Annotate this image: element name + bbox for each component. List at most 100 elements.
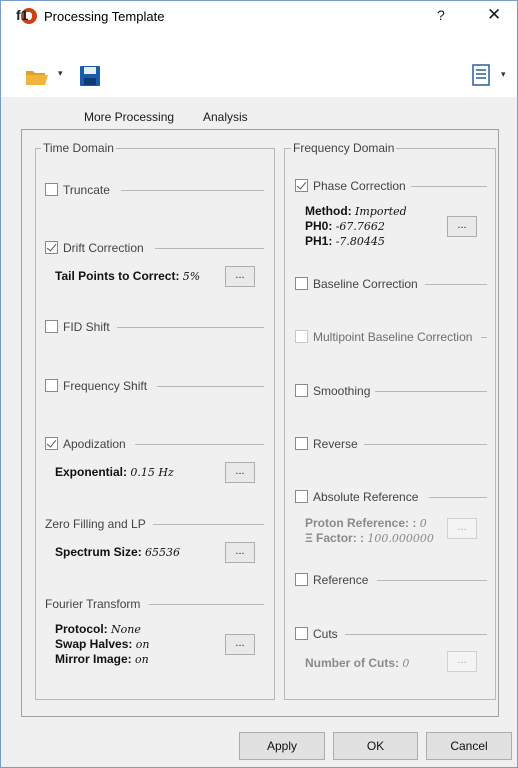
multipoint-baseline-checkbox[interactable]	[295, 330, 308, 343]
phase-correction-checkbox[interactable]	[295, 179, 308, 192]
proton-reference-value: 0	[419, 517, 427, 530]
window-title: Processing Template	[44, 9, 165, 24]
divider	[411, 186, 487, 187]
exponential-label: Exponential:	[55, 465, 128, 479]
processing-template-dialog: Processing Template ? ✕ ▾ ▾ f1 More Proc…	[0, 0, 518, 768]
divider	[135, 444, 264, 445]
tail-points-label: Tail Points to Correct:	[55, 269, 180, 283]
fourier-settings-button[interactable]: ...	[225, 634, 255, 655]
reverse-checkbox[interactable]	[295, 437, 308, 450]
divider	[121, 190, 264, 191]
ph0-param: PH0: -67.7662	[305, 219, 385, 233]
smoothing-checkbox[interactable]	[295, 384, 308, 397]
absolute-reference-checkbox[interactable]	[295, 490, 308, 503]
cuts-checkbox[interactable]	[295, 627, 308, 640]
absolute-reference-settings-button[interactable]: ...	[447, 518, 477, 539]
mirror-image-value: on	[135, 653, 149, 666]
ph0-value: -67.7662	[335, 220, 385, 233]
swap-halves-param: Swap Halves: on	[55, 637, 149, 651]
ph0-label: PH0:	[305, 219, 333, 233]
exponential-param: Exponential: 0.15 Hz	[55, 465, 174, 479]
proton-reference-label: Proton Reference: :	[305, 516, 417, 530]
exponential-value: 0.15 Hz	[130, 466, 174, 479]
divider	[155, 248, 264, 249]
mirror-image-label: Mirror Image:	[55, 652, 132, 666]
protocol-param: Protocol: None	[55, 622, 141, 636]
fid-shift-label: FID Shift	[63, 320, 110, 334]
fid-shift-checkbox[interactable]	[45, 320, 58, 333]
time-domain-title: Time Domain	[41, 141, 116, 155]
swap-halves-value: on	[135, 638, 150, 651]
phase-correction-label: Phase Correction	[313, 179, 406, 193]
drift-correction-checkbox[interactable]	[45, 241, 58, 254]
apodization-checkbox[interactable]	[45, 437, 58, 450]
open-dropdown-chevron-icon[interactable]: ▾	[58, 68, 63, 79]
number-of-cuts-value: 0	[402, 657, 410, 670]
phase-settings-button[interactable]: ...	[447, 216, 477, 237]
ph1-label: PH1:	[305, 234, 333, 248]
cancel-button[interactable]: Cancel	[426, 732, 512, 760]
baseline-correction-checkbox[interactable]	[295, 277, 308, 290]
time-domain-group	[35, 148, 275, 700]
divider	[364, 444, 487, 445]
divider	[345, 634, 487, 635]
xi-factor-value: 100.000000	[367, 532, 434, 545]
fourier-transform-title: Fourier Transform	[45, 597, 141, 611]
cuts-label: Cuts	[313, 627, 338, 641]
list-dropdown-chevron-icon[interactable]: ▾	[501, 69, 506, 80]
spectrum-size-value: 65536	[145, 546, 181, 559]
title-bar: Processing Template ? ✕	[1, 1, 517, 31]
protocol-value: None	[111, 623, 141, 636]
divider	[425, 284, 487, 285]
document-list-icon[interactable]	[471, 64, 491, 86]
ok-button[interactable]: OK	[333, 732, 418, 760]
method-label: Method:	[305, 204, 352, 218]
tail-points-param: Tail Points to Correct: 5%	[55, 269, 200, 283]
divider	[117, 327, 264, 328]
zero-filling-title: Zero Filling and LP	[45, 517, 146, 531]
frequency-shift-label: Frequency Shift	[63, 379, 148, 393]
folder-open-icon[interactable]	[25, 68, 49, 86]
multipoint-baseline-label: Multipoint Baseline Correction	[313, 330, 473, 344]
swap-halves-label: Swap Halves:	[55, 637, 133, 651]
cuts-settings-button[interactable]: ...	[447, 651, 477, 672]
divider	[375, 391, 487, 392]
divider	[153, 524, 264, 525]
baseline-correction-label: Baseline Correction	[313, 277, 418, 291]
close-button[interactable]: ✕	[487, 5, 501, 25]
drift-correction-label: Drift Correction	[63, 241, 144, 255]
xi-factor-param: Ξ Factor: : 100.000000	[305, 531, 434, 545]
tail-points-value: 5%	[182, 270, 201, 283]
truncate-label: Truncate	[63, 183, 110, 197]
spectrum-size-param: Spectrum Size: 65536	[55, 545, 180, 559]
frequency-shift-checkbox[interactable]	[45, 379, 58, 392]
spectrum-size-label: Spectrum Size:	[55, 545, 142, 559]
tab-f1-label: f1	[16, 7, 29, 23]
smoothing-label: Smoothing	[313, 384, 371, 398]
protocol-label: Protocol:	[55, 622, 108, 636]
save-disk-icon[interactable]	[79, 65, 101, 87]
tab-more-processing[interactable]: More Processing	[84, 110, 174, 124]
proton-reference-param: Proton Reference: : 0	[305, 516, 427, 530]
reference-checkbox[interactable]	[295, 573, 308, 586]
number-of-cuts-param: Number of Cuts: 0	[305, 656, 409, 670]
frequency-domain-title: Frequency Domain	[291, 141, 397, 155]
help-button[interactable]: ?	[437, 7, 445, 23]
apply-button[interactable]: Apply	[239, 732, 325, 760]
xi-factor-label: Ξ Factor: :	[305, 531, 365, 545]
truncate-checkbox[interactable]	[45, 183, 58, 196]
ph1-param: PH1: -7.80445	[305, 234, 385, 248]
zero-filling-settings-button[interactable]: ...	[225, 542, 255, 563]
ph1-value: -7.80445	[335, 235, 385, 248]
divider	[149, 604, 264, 605]
method-value: Imported	[355, 205, 407, 218]
divider	[429, 497, 487, 498]
apodization-settings-button[interactable]: ...	[225, 462, 255, 483]
divider	[377, 580, 487, 581]
mirror-image-param: Mirror Image: on	[55, 652, 149, 666]
divider	[157, 386, 264, 387]
tab-analysis[interactable]: Analysis	[203, 110, 248, 124]
drift-settings-button[interactable]: ...	[225, 266, 255, 287]
absolute-reference-label: Absolute Reference	[313, 490, 419, 504]
method-param: Method: Imported	[305, 204, 407, 218]
